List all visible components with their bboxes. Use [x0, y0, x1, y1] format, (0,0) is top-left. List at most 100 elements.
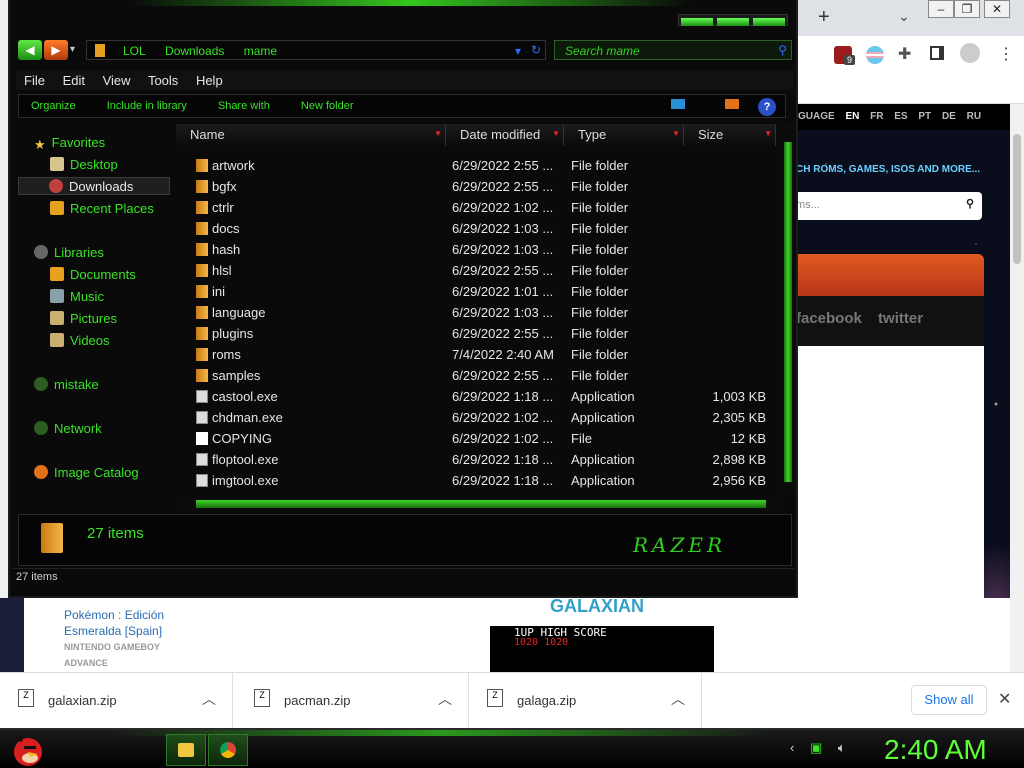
column-size[interactable]: Size ▼	[684, 124, 776, 146]
include-in-library-button[interactable]: Include in library	[107, 100, 187, 112]
file-row[interactable]: artwork 6/29/2022 2:55 ... File folder	[188, 155, 778, 176]
download-item[interactable]: Z pacman.zip ︿	[236, 673, 469, 729]
nav-music[interactable]: Music	[50, 288, 104, 306]
lang-es[interactable]: ES	[894, 111, 907, 122]
file-row[interactable]: samples 6/29/2022 2:55 ... File folder	[188, 365, 778, 386]
download-filename[interactable]: galaxian.zip	[48, 693, 117, 708]
nav-image-catalog[interactable]: Image Catalog	[34, 464, 139, 482]
taskbar-explorer-button[interactable]	[166, 734, 206, 766]
taskbar-clock[interactable]: 2:40 AM	[884, 734, 987, 766]
search-icon[interactable]: ⚲	[778, 43, 787, 57]
download-item[interactable]: Z galaga.zip ︿	[469, 673, 702, 729]
address-bar[interactable]: LOL Downloads mame ▾ ↻	[86, 40, 546, 60]
start-button-angry-bird-icon[interactable]	[8, 730, 48, 768]
search-input[interactable]: Search mame ⚲	[554, 40, 792, 60]
taskbar-chrome-button[interactable]	[208, 734, 248, 766]
menu-file[interactable]: File	[24, 73, 45, 88]
file-row[interactable]: ctrlr 6/29/2022 1:02 ... File folder	[188, 197, 778, 218]
column-name[interactable]: Name ▼	[176, 124, 446, 146]
lang-en[interactable]: EN	[845, 111, 859, 122]
network-icon[interactable]: ▣	[810, 740, 822, 755]
maximize-button[interactable]	[717, 18, 749, 26]
file-row[interactable]: hash 6/29/2022 1:03 ... File folder	[188, 239, 778, 260]
file-list-vertical-scrollbar[interactable]	[782, 124, 794, 494]
nav-network[interactable]: Network	[34, 420, 102, 438]
kebab-menu-icon[interactable]: ⋮	[998, 44, 1014, 64]
tab-search-icon[interactable]: ⌄	[898, 8, 910, 25]
tray-chevron-icon[interactable]: ‹	[790, 740, 794, 755]
facebook-link[interactable]: facebook	[796, 310, 862, 327]
sort-dropdown-icon[interactable]: ▼	[764, 129, 772, 138]
back-button[interactable]: ◀	[18, 40, 42, 60]
minimize-button[interactable]: –	[928, 0, 954, 18]
related-game[interactable]: Pokémon : Edición Esmeralda [Spain] NINT…	[64, 607, 164, 671]
download-filename[interactable]: pacman.zip	[284, 693, 350, 708]
sort-dropdown-icon[interactable]: ▼	[672, 129, 680, 138]
file-row[interactable]: castool.exe 6/29/2022 1:18 ... Application…	[188, 386, 778, 407]
menu-tools[interactable]: Tools	[148, 73, 178, 88]
scrollbar-thumb[interactable]	[784, 142, 792, 482]
scrollbar-thumb[interactable]	[196, 500, 766, 508]
menu-edit[interactable]: Edit	[63, 73, 85, 88]
page-scrollbar[interactable]	[1010, 104, 1024, 672]
column-type[interactable]: Type ▼	[564, 124, 684, 146]
related-game-title-1[interactable]: Pokémon : Edición	[64, 607, 164, 623]
file-row[interactable]: ini 6/29/2022 1:01 ... File folder	[188, 281, 778, 302]
file-row[interactable]: plugins 6/29/2022 2:55 ... File folder	[188, 323, 778, 344]
breadcrumb-downloads[interactable]: Downloads	[165, 44, 224, 58]
file-row[interactable]: language 6/29/2022 1:03 ... File folder	[188, 302, 778, 323]
twitter-link[interactable]: twitter	[878, 310, 923, 327]
download-item[interactable]: Z galaxian.zip ︿	[0, 673, 233, 729]
minimize-button[interactable]	[681, 18, 713, 26]
address-dropdown-icon[interactable]: ▾	[515, 44, 521, 58]
file-row[interactable]: roms 7/4/2022 2:40 AM File folder	[188, 344, 778, 365]
preview-pane-icon[interactable]	[725, 99, 739, 109]
close-button[interactable]	[753, 18, 785, 26]
nav-recent-places[interactable]: Recent Places	[50, 200, 154, 218]
column-date-modified[interactable]: Date modified ▼	[446, 124, 564, 146]
help-icon[interactable]: ?	[758, 98, 776, 116]
file-row[interactable]: chdman.exe 6/29/2022 1:02 ... Application 2…	[188, 407, 778, 428]
show-all-button[interactable]: Show all	[911, 685, 987, 715]
nav-pictures[interactable]: Pictures	[50, 310, 117, 328]
volume-icon[interactable]: 🔈︎	[838, 740, 846, 755]
chevron-up-icon[interactable]: ︿	[671, 689, 685, 709]
lang-de[interactable]: DE	[942, 111, 956, 122]
restore-button[interactable]: ❐	[954, 0, 980, 18]
file-row[interactable]: floptool.exe 6/29/2022 1:18 ... Applicatio…	[188, 449, 778, 470]
new-tab-icon[interactable]: +	[818, 6, 830, 29]
refresh-icon[interactable]: ↻	[531, 43, 541, 57]
site-search-input[interactable]: ms... ⚲	[796, 192, 982, 220]
chevron-up-icon[interactable]: ︿	[202, 689, 216, 709]
lang-ru[interactable]: RU	[967, 111, 981, 122]
sort-dropdown-icon[interactable]: ▼	[434, 129, 442, 138]
file-row[interactable]: imgtool.exe 6/29/2022 1:18 ... Application…	[188, 470, 778, 491]
side-panel-icon[interactable]	[930, 46, 944, 60]
close-icon[interactable]: ✕	[998, 689, 1011, 709]
menu-help[interactable]: Help	[196, 73, 223, 88]
search-icon[interactable]: ⚲	[966, 197, 974, 210]
chevron-up-icon[interactable]: ︿	[438, 689, 452, 709]
menu-view[interactable]: View	[103, 73, 131, 88]
file-row[interactable]: COPYING 6/29/2022 1:02 ... File 12 KB	[188, 428, 778, 449]
nav-mistake[interactable]: mistake	[34, 376, 99, 394]
nav-documents[interactable]: Documents	[50, 266, 136, 284]
sort-dropdown-icon[interactable]: ▼	[552, 129, 560, 138]
profile-avatar[interactable]	[960, 43, 980, 63]
forward-button[interactable]: ▶	[44, 40, 68, 60]
puzzle-extensions-icon[interactable]: ✚	[898, 44, 911, 64]
nav-libraries[interactable]: Libraries	[34, 244, 104, 262]
lang-pt[interactable]: PT	[918, 111, 931, 122]
related-game-title-2[interactable]: Esmeralda [Spain]	[64, 623, 164, 639]
close-button[interactable]: ✕	[984, 0, 1010, 18]
download-filename[interactable]: galaga.zip	[517, 693, 576, 708]
file-row[interactable]: docs 6/29/2022 1:03 ... File folder	[188, 218, 778, 239]
file-row[interactable]: hlsl 6/29/2022 2:55 ... File folder	[188, 260, 778, 281]
breadcrumb-mame[interactable]: mame	[244, 44, 277, 58]
new-folder-button[interactable]: New folder	[301, 100, 354, 112]
nav-desktop[interactable]: Desktop	[50, 156, 118, 174]
nav-downloads[interactable]: Downloads	[18, 177, 170, 195]
share-with-button[interactable]: Share with	[218, 100, 270, 112]
organize-button[interactable]: Organize	[31, 100, 76, 112]
recent-pages-chevron-icon[interactable]: ▾	[70, 44, 75, 55]
